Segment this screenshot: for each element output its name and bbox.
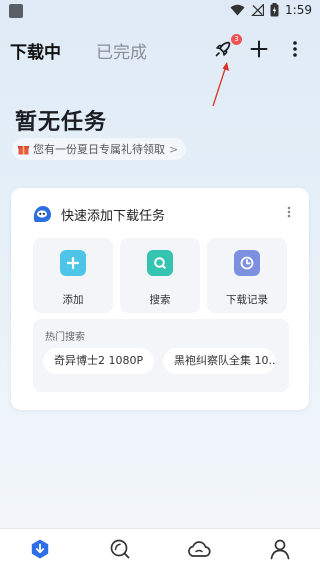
tab-downloading[interactable]: 下载中 <box>10 38 61 63</box>
search-icon <box>147 250 173 276</box>
gift-text: 您有一份夏日专属礼待领取 <box>33 143 165 156</box>
mascot-icon <box>33 206 51 222</box>
rocket-icon <box>215 41 231 57</box>
notification-badge: 3 <box>231 34 242 45</box>
bottom-nav <box>0 528 320 569</box>
more-menu-button[interactable] <box>281 34 309 64</box>
profile-icon <box>270 539 290 560</box>
signal-icon <box>251 4 265 16</box>
quick-add-card: 快速添加下载任务 添加 搜索 下载记录 热门搜索 奇异博士2 1080P 黑袍纠… <box>11 188 309 410</box>
nav-profile[interactable] <box>268 537 292 561</box>
nav-cloud[interactable] <box>187 537 211 561</box>
gift-banner[interactable]: 您有一份夏日专属礼待领取 > <box>12 138 187 160</box>
more-vertical-icon <box>293 41 297 57</box>
nav-download[interactable] <box>28 537 52 561</box>
history-action-tile[interactable]: 下载记录 <box>207 238 287 313</box>
discover-icon <box>110 539 130 559</box>
top-header: 下载中 已完成 <box>0 30 320 70</box>
empty-state-title: 暂无任务 <box>15 110 108 135</box>
add-action-label: 添加 <box>62 294 84 306</box>
chevron-right-icon: > <box>169 142 179 156</box>
battery-icon <box>270 3 279 17</box>
tab-completed[interactable]: 已完成 <box>96 38 147 63</box>
cloud-icon <box>188 541 211 557</box>
add-icon <box>60 250 86 276</box>
hot-search-chip-2[interactable]: 黑袍纠察队全集 10... <box>163 348 275 374</box>
add-action-tile[interactable]: 添加 <box>33 238 113 313</box>
plus-icon <box>250 40 268 58</box>
app-notification-icon <box>9 4 23 18</box>
hot-search-panel: 热门搜索 奇异博士2 1080P 黑袍纠察队全集 10... <box>33 319 289 392</box>
history-action-label: 下载记录 <box>226 294 268 306</box>
wifi-icon <box>230 4 245 16</box>
status-bar: 1:59 <box>0 0 320 24</box>
hot-search-title: 热门搜索 <box>45 332 85 343</box>
status-right: 1:59 <box>230 3 312 17</box>
download-icon <box>31 539 49 559</box>
card-title: 快速添加下载任务 <box>61 208 166 224</box>
search-action-label: 搜索 <box>149 294 171 306</box>
search-action-tile[interactable]: 搜索 <box>120 238 200 313</box>
card-header: 快速添加下载任务 <box>31 203 165 225</box>
annotation-arrow-icon <box>212 62 229 107</box>
nav-discover[interactable] <box>108 537 132 561</box>
history-clock-icon <box>234 250 260 276</box>
card-more-icon[interactable] <box>287 206 291 218</box>
hot-search-chip-1[interactable]: 奇异博士2 1080P <box>43 348 155 374</box>
status-time: 1:59 <box>285 3 312 17</box>
gift-icon <box>18 145 29 154</box>
add-task-button[interactable] <box>245 34 273 64</box>
